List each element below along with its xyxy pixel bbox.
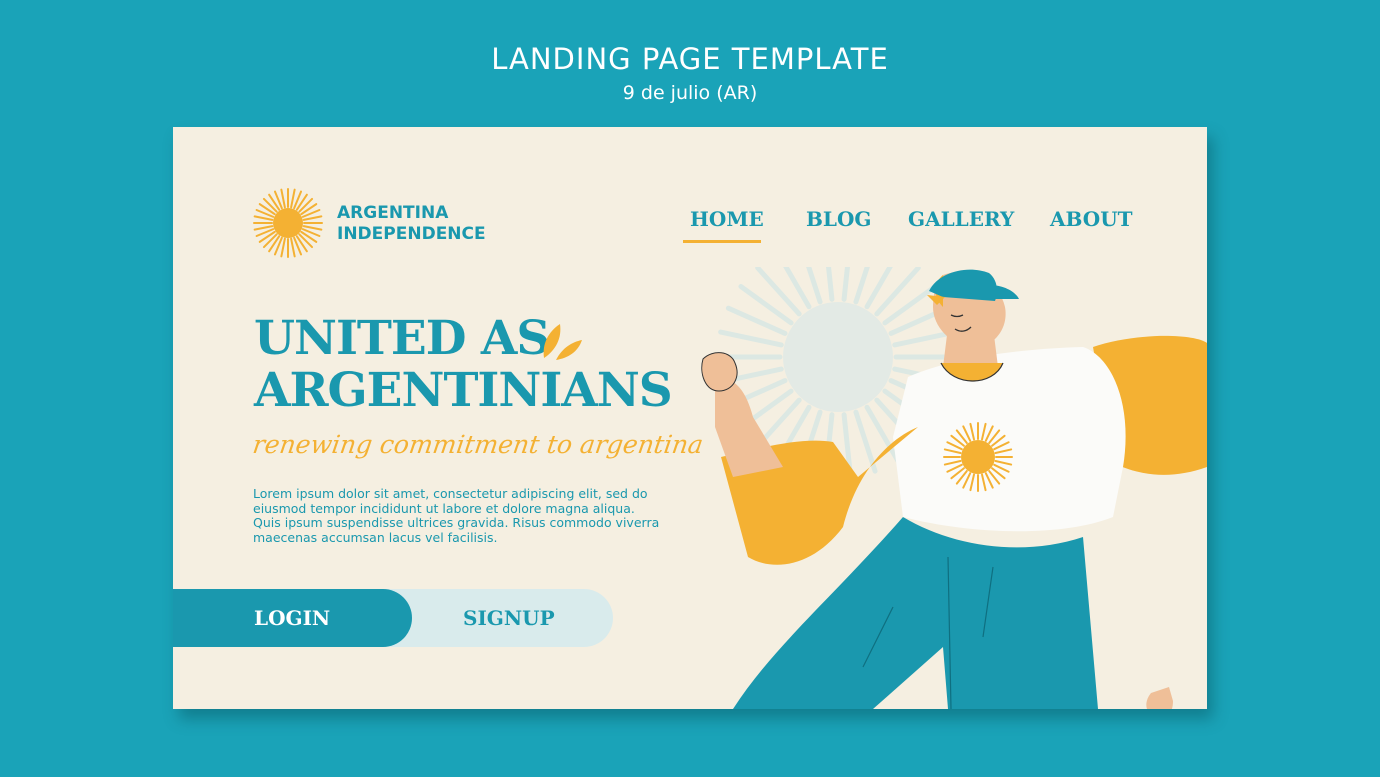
hero-illustration <box>701 267 1207 709</box>
landing-page-card: ARGENTINA INDEPENDENCE HOME BLOG GALLERY… <box>173 127 1207 709</box>
signup-label: SIGNUP <box>463 606 555 630</box>
cap <box>929 269 1019 301</box>
hero-tagline: renewing commitment to argentina <box>250 430 706 459</box>
brand-logo[interactable]: ARGENTINA INDEPENDENCE <box>337 203 486 245</box>
banner-title: LANDING PAGE TEMPLATE <box>491 42 889 76</box>
left-fist <box>701 352 738 392</box>
login-button[interactable]: LOGIN <box>173 589 412 647</box>
nav-gallery[interactable]: GALLERY <box>908 207 1014 231</box>
headline-line-2: ARGENTINIANS <box>254 363 673 418</box>
login-label: LOGIN <box>254 606 331 630</box>
brand-line-1: ARGENTINA <box>337 203 449 223</box>
nav-active-indicator <box>683 240 761 243</box>
banner-subtitle: 9 de julio (AR) <box>622 82 758 104</box>
hero-body-text: Lorem ipsum dolor sit amet, consectetur … <box>253 486 660 545</box>
nav-blog[interactable]: BLOG <box>806 207 871 231</box>
brand-line-2: INDEPENDENCE <box>337 224 486 244</box>
nav-home[interactable]: HOME <box>690 207 764 231</box>
sun-icon[interactable] <box>252 187 324 259</box>
hero-headline: UNITED AS ARGENTINIANS <box>254 311 673 418</box>
right-hand <box>1146 687 1173 709</box>
headline-line-1: UNITED AS <box>254 311 550 366</box>
shirt <box>893 347 1126 532</box>
leaf-icon <box>543 324 582 360</box>
nav-about[interactable]: ABOUT <box>1050 207 1133 231</box>
